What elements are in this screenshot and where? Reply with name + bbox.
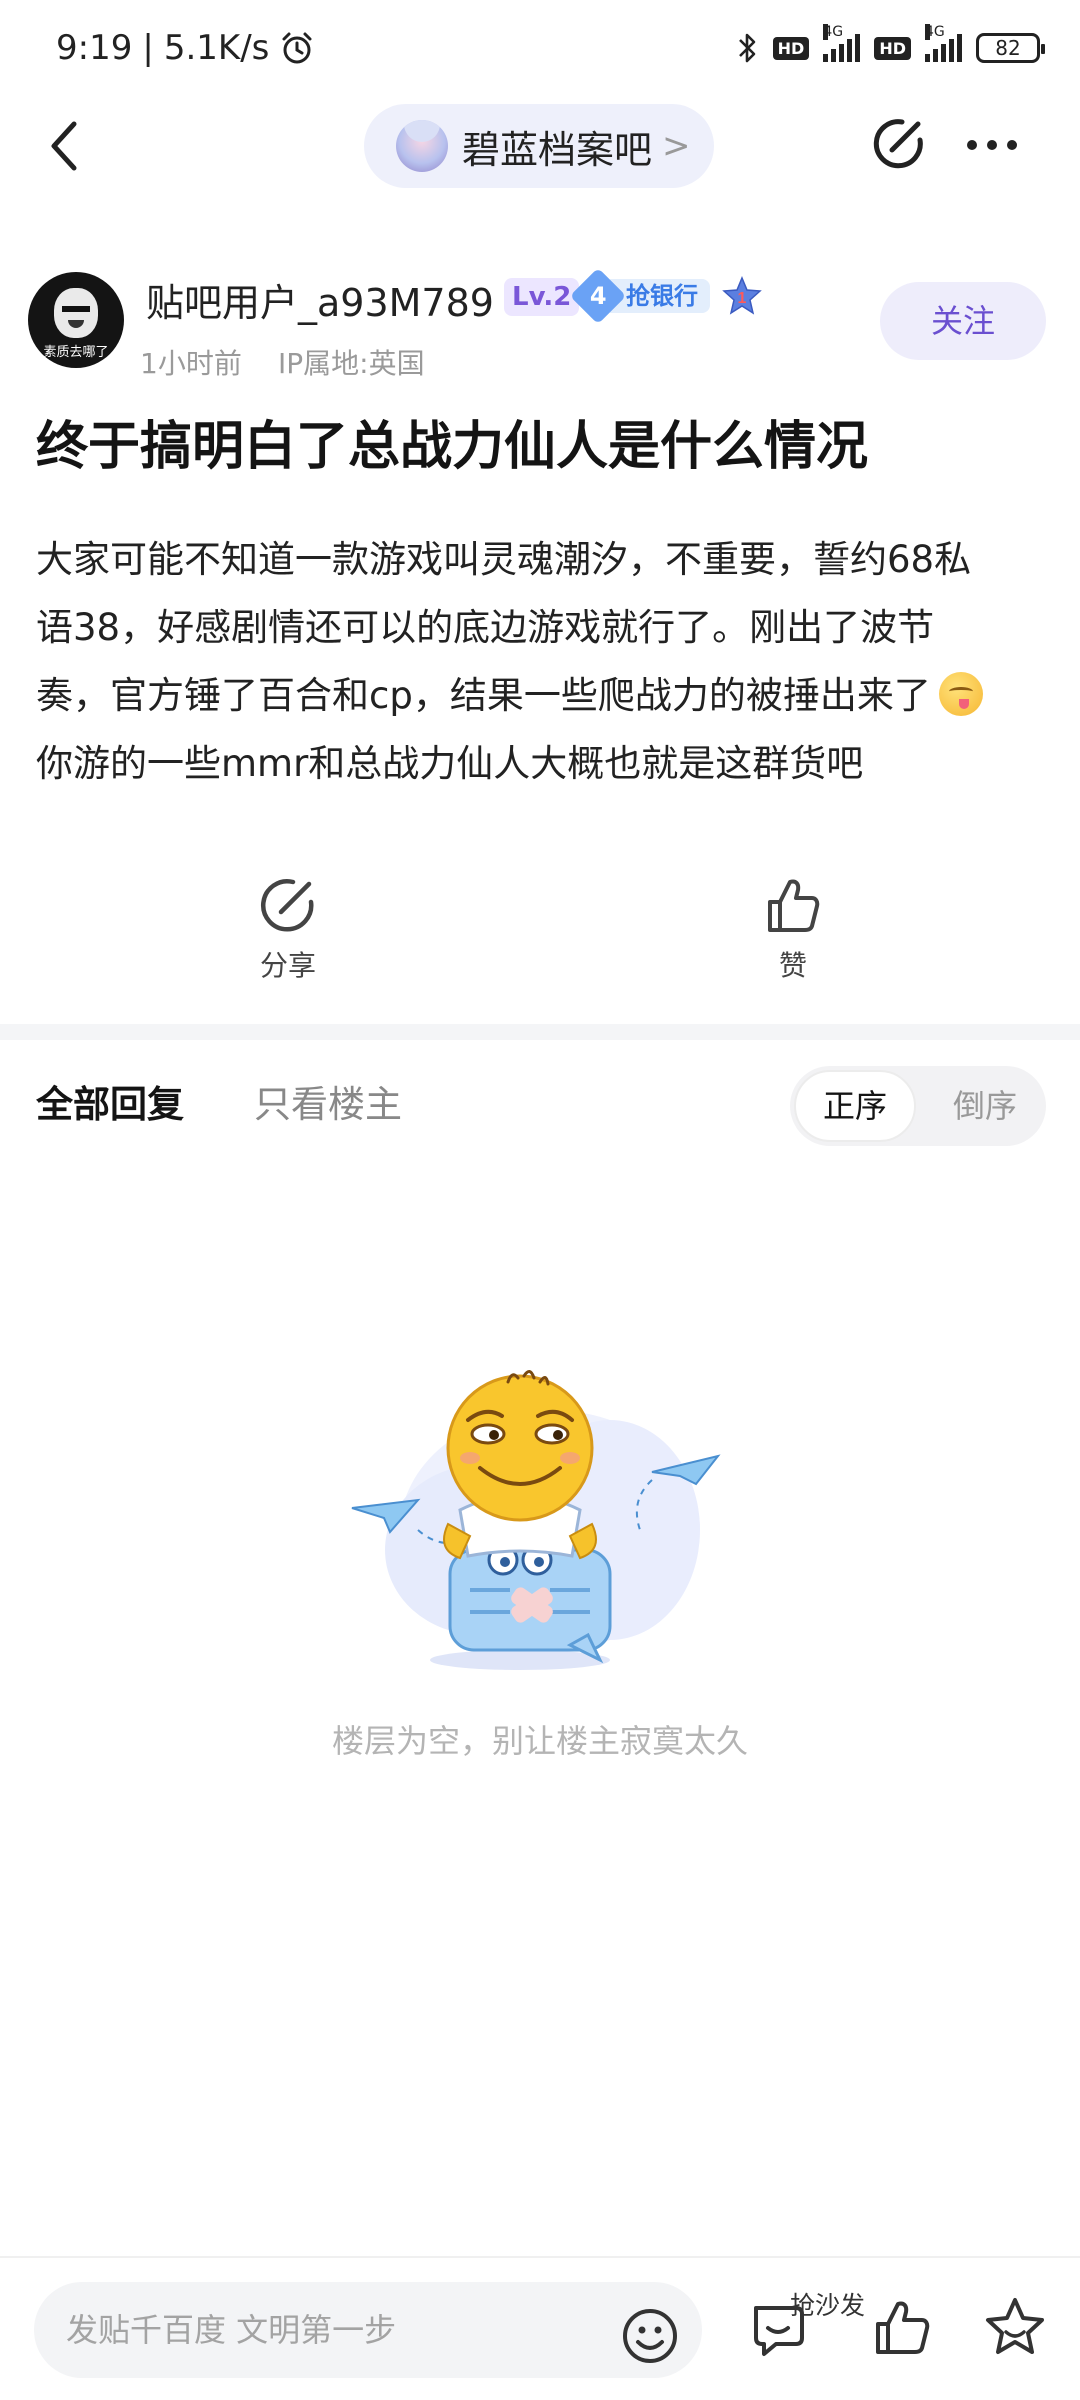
post-body-line: 奏，官方锤了百合和cp，结果一些爬战力的被捶出来了 [36,662,1046,730]
post-time: 1小时前 [140,347,242,380]
author-avatar[interactable]: 素质去哪了 [28,272,124,368]
forum-name: 碧蓝档案吧 [462,127,653,172]
like-icon[interactable] [870,2294,936,2360]
share-button[interactable]: 分享 [218,874,358,984]
alarm-icon [282,32,312,64]
like-action-button[interactable]: 赞 [723,874,863,984]
more-icon[interactable] [962,120,1022,170]
status-bar: 9:19 | 5.1K/s HD 4G HD 4G 82 [0,0,1080,100]
status-net-speed: 5.1K/s [163,28,270,68]
tab-owner-only[interactable]: 只看楼主 [254,1074,402,1128]
empty-state-message: 楼层为空，别让楼主寂寞太久 [331,1722,748,1760]
thumbs-up-icon [768,879,820,932]
post-body-line: 你游的一些mmr和总战力仙人大概也就是这群货吧 [36,742,864,785]
network-type-2: 4G [925,24,945,40]
post-body-line-text: 语38，好感剧情还可以的底边游戏就行了。刚出了波节 [36,606,935,649]
status-separator: | [142,28,154,68]
post-ip-location: IP属地:英国 [278,347,425,380]
star-badge-icon: 1 [722,276,762,315]
back-button[interactable] [40,118,92,174]
avatar-face [54,288,98,338]
chevron-right-icon: > [662,126,691,166]
rank-title: 抢银行 [610,279,710,313]
author-name[interactable]: 贴吧用户_a93M789 [146,272,494,327]
status-right: HD 4G HD 4G 82 [737,24,1045,66]
signal-strength-1: 4G [823,24,861,62]
sort-order-toggle: 正序 倒序 [790,1066,1046,1146]
sort-descending-button[interactable]: 倒序 [930,1070,1040,1142]
rank-badge: 4 抢银行 [569,267,710,325]
post-body-line-text: 奏，官方锤了百合和cp，结果一些爬战力的被捶出来了 [36,674,931,717]
avatar-caption: 素质去哪了 [43,345,109,360]
post-body: 大家可能不知道一款游戏叫灵魂潮汐，不重要，誓约68私 语38，好感剧情还可以的底… [36,526,1046,798]
rank-number: 4 [589,281,607,310]
yum-emoji-icon [938,672,983,716]
sort-ascending-button[interactable]: 正序 [794,1070,916,1142]
tab-all-replies[interactable]: 全部回复 [36,1074,184,1128]
signal-strength-2: 4G [925,24,962,62]
post-title: 终于搞明白了总战力仙人是什么情况 [36,417,869,477]
sofa-label: 抢沙发 [790,2291,866,2320]
share-label: 分享 [259,949,316,982]
star-icon[interactable] [982,2294,1048,2360]
like-label: 赞 [778,949,807,982]
author-row: 素质去哪了 贴吧用户_a93M789 Lv.2 4 抢银行 1 1小时前 IP属… [0,267,1080,380]
empty-state-illustration [351,1370,721,1670]
edit-icon[interactable] [868,114,928,174]
status-time: 9:19 [56,28,133,68]
level-badge: Lv.2 [504,278,580,316]
top-nav: 碧蓝档案吧 > [0,100,1080,190]
forum-pill[interactable]: 碧蓝档案吧 > [364,104,714,188]
star-badge-number: 1 [738,290,747,307]
hd-badge-1: HD [772,36,810,60]
status-left: 9:19 | 5.1K/s [56,28,315,68]
follow-button[interactable]: 关注 [880,282,1046,360]
forum-avatar [396,120,448,172]
emoji-icon[interactable] [620,2306,680,2366]
share-icon [261,879,314,932]
hd-badge-2: HD [874,36,911,60]
post-body-line: 语38，好感剧情还可以的底边游戏就行了。刚出了波节 [36,594,1046,662]
network-type-1: 4G [823,24,844,40]
post-body-line: 大家可能不知道一款游戏叫灵魂潮汐，不重要，誓约68私 [36,538,972,581]
bottom-bar: 发贴千百度 文明第一步 抢沙发 [0,2256,1080,2400]
bluetooth-icon [738,33,755,63]
reply-input[interactable]: 发贴千百度 文明第一步 [34,2282,702,2378]
section-divider [0,1024,1080,1040]
rank-number-badge: 4 [569,267,627,325]
battery-indicator: 82 [976,33,1045,63]
